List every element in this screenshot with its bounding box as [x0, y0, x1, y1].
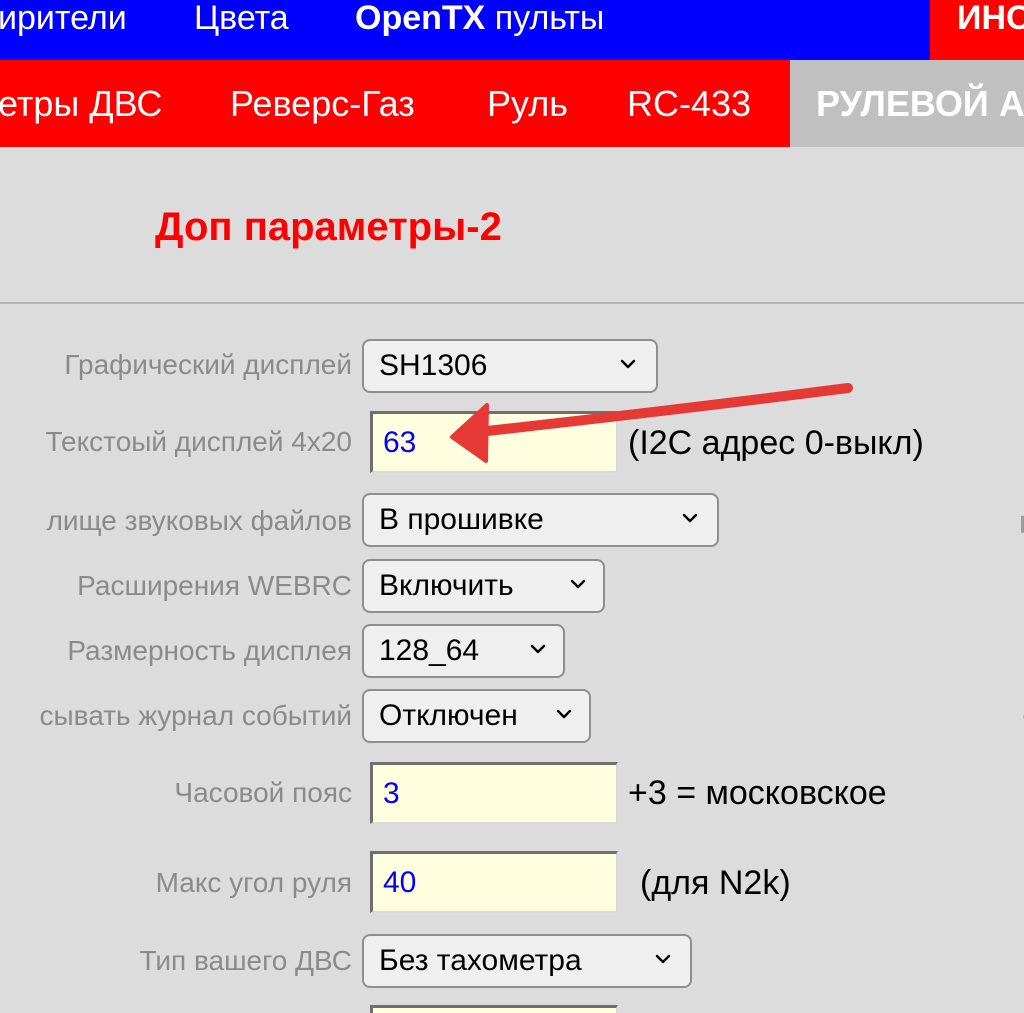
- event-log-select[interactable]: Отключен: [362, 689, 591, 743]
- timezone-label: Часовой пояс: [174, 777, 352, 808]
- chevron-down-icon: [682, 510, 698, 526]
- page-title: Доп параметры-2: [155, 205, 502, 249]
- chevron-down-icon: [530, 641, 546, 657]
- sub-nav: етры ДВС Реверс-Газ Руль RC-433 РУЛЕВОЙ …: [0, 60, 1024, 147]
- webrc-ext-select[interactable]: Включить: [362, 559, 605, 613]
- clipped-edge-mark: ◖: [1019, 703, 1024, 729]
- event-log-label: сывать журнал событий: [39, 700, 352, 731]
- text-display-hint: (I2C адрес 0-выкл): [628, 424, 924, 462]
- top-nav-item-meters[interactable]: ирители: [0, 0, 127, 60]
- top-nav: ирители Цвета OpenTX пульты ИНС: [0, 0, 1024, 60]
- graphic-display-select[interactable]: SH1306: [362, 339, 658, 393]
- sound-storage-select[interactable]: В прошивке: [362, 493, 719, 547]
- sub-nav-tab-steering-label: РУЛЕВОЙ А: [816, 83, 1024, 124]
- sub-nav-item-rc433[interactable]: RC-433: [627, 60, 751, 147]
- display-size-label: Размерность дисплея: [67, 635, 352, 666]
- next-row-input[interactable]: [370, 1005, 618, 1013]
- max-rudder-input[interactable]: 40: [370, 851, 618, 913]
- engine-type-label: Тип вашего ДВС: [139, 945, 352, 976]
- display-size-value: 128_64: [379, 634, 480, 667]
- top-nav-item-colors[interactable]: Цвета: [194, 0, 289, 60]
- text-display-label: Текстоый дисплей 4x20: [45, 426, 352, 457]
- sub-nav-item-rudder[interactable]: Руль: [487, 60, 568, 147]
- page: ирители Цвета OpenTX пульты ИНС етры ДВС…: [0, 0, 1024, 1013]
- sound-storage-value: В прошивке: [379, 503, 544, 536]
- max-rudder-hint: (для N2k): [640, 864, 791, 902]
- chevron-down-icon: [556, 706, 572, 722]
- chevron-down-icon: [570, 576, 586, 592]
- text-display-address-input[interactable]: 63: [370, 411, 618, 473]
- graphic-display-value: SH1306: [379, 349, 488, 382]
- webrc-ext-value: Включить: [379, 569, 514, 602]
- chevron-down-icon: [620, 356, 636, 372]
- top-nav-tab-info[interactable]: ИНС: [930, 0, 1024, 60]
- engine-type-value: Без тахометра: [379, 944, 582, 977]
- max-rudder-label: Макс угол руля: [155, 867, 352, 898]
- top-nav-item-opentx-brand: OpenTX: [355, 0, 486, 37]
- sub-nav-item-reverse-gas[interactable]: Реверс-Газ: [230, 60, 415, 147]
- top-nav-item-opentx-label: пульты: [494, 0, 605, 37]
- engine-type-select[interactable]: Без тахометра: [362, 934, 692, 988]
- clipped-edge-mark: ▮: [1019, 510, 1024, 536]
- sub-nav-tab-steering-active[interactable]: РУЛЕВОЙ А: [790, 60, 1024, 147]
- graphic-display-label: Графический дисплей: [64, 349, 352, 380]
- display-size-select[interactable]: 128_64: [362, 624, 565, 678]
- webrc-ext-label: Расширения WEBRC: [77, 570, 352, 601]
- event-log-value: Отключен: [379, 699, 518, 732]
- sub-nav-item-engine-params[interactable]: етры ДВС: [0, 60, 162, 147]
- sound-storage-label: лище звуковых файлов: [46, 505, 352, 536]
- timezone-input[interactable]: 3: [370, 762, 618, 824]
- top-nav-tab-info-label: ИНС: [957, 0, 1024, 37]
- chevron-down-icon: [655, 951, 671, 967]
- timezone-hint: +3 = московское: [628, 774, 887, 812]
- top-nav-item-opentx[interactable]: OpenTX пульты: [355, 0, 604, 60]
